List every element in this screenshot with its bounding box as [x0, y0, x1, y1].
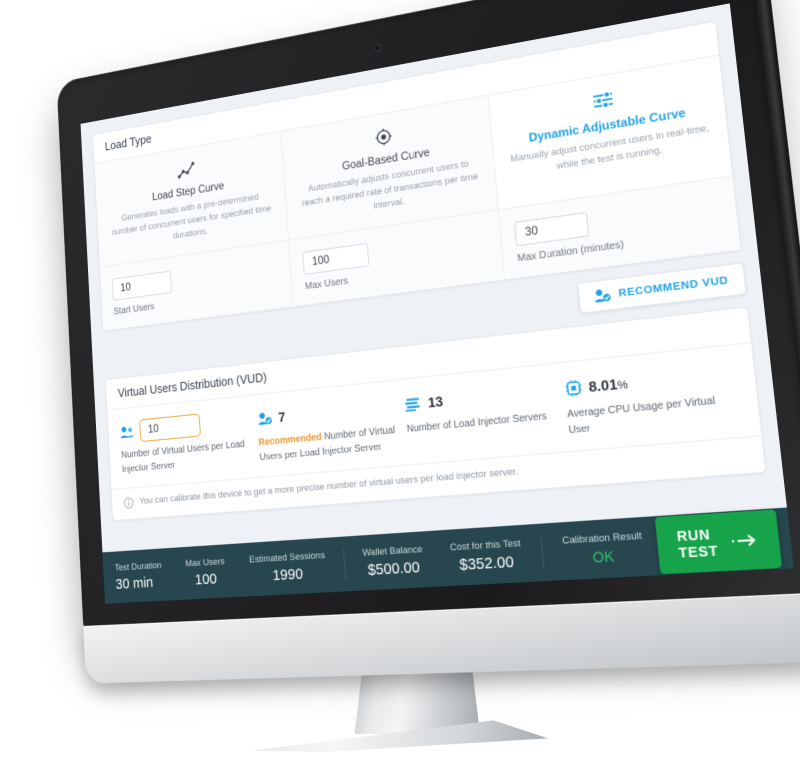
avg-cpu-usage-label: Average CPU Usage per Virtual User: [566, 395, 716, 436]
vud-virtual-users-per-server: 10 Number of Virtual Users per Load Inje…: [119, 409, 260, 477]
vud-head: 10: [119, 410, 247, 443]
avg-cpu-usage-number: 8.01: [587, 375, 619, 396]
user-check-icon: [257, 411, 273, 426]
footer-stat-test-duration: Test Duration 30 min: [114, 559, 174, 593]
start-users-input[interactable]: 10: [111, 270, 172, 302]
recommended-users-label: Recommended Number of Virtual Users per …: [258, 424, 397, 464]
footer-divider: [540, 536, 544, 569]
vud-load-injector-servers: 13 Number of Load Injector Servers: [404, 378, 569, 452]
cpu-icon: [564, 379, 582, 397]
users-icon: [120, 425, 135, 439]
avg-cpu-usage-unit: %: [616, 378, 629, 393]
vud-head: 7: [256, 395, 394, 430]
screenshot-stage: Load Type Load Step Curve Generates load…: [0, 0, 800, 767]
info-icon: [123, 497, 134, 509]
monitor: Load Type Load Step Curve Generates load…: [56, 0, 800, 684]
monitor-perspective-wrapper: Load Type Load Step Curve Generates load…: [0, 0, 800, 767]
max-users-input[interactable]: 100: [302, 243, 370, 276]
load-injector-servers-value: 13: [427, 393, 444, 411]
user-check-icon: [594, 287, 612, 304]
arrow-right-icon: [730, 533, 759, 548]
run-test-button[interactable]: RUN TEST: [655, 509, 783, 575]
servers-icon: [404, 396, 421, 412]
vud-recommended-users: 7 Recommended Number of Virtual Users pe…: [256, 394, 408, 465]
avg-cpu-usage-value: 8.01%: [588, 375, 629, 396]
footer-stat-calibration-result: Calibration Result OK: [547, 529, 659, 568]
calibration-note-text: You can calibrate this device to get a m…: [139, 466, 519, 508]
vud-avg-cpu-usage: 8.01% Average CPU Usage per Virtual User: [564, 360, 744, 438]
recommend-vud-label: RECOMMEND VUD: [618, 274, 730, 301]
recommended-users-value: 7: [277, 409, 286, 426]
